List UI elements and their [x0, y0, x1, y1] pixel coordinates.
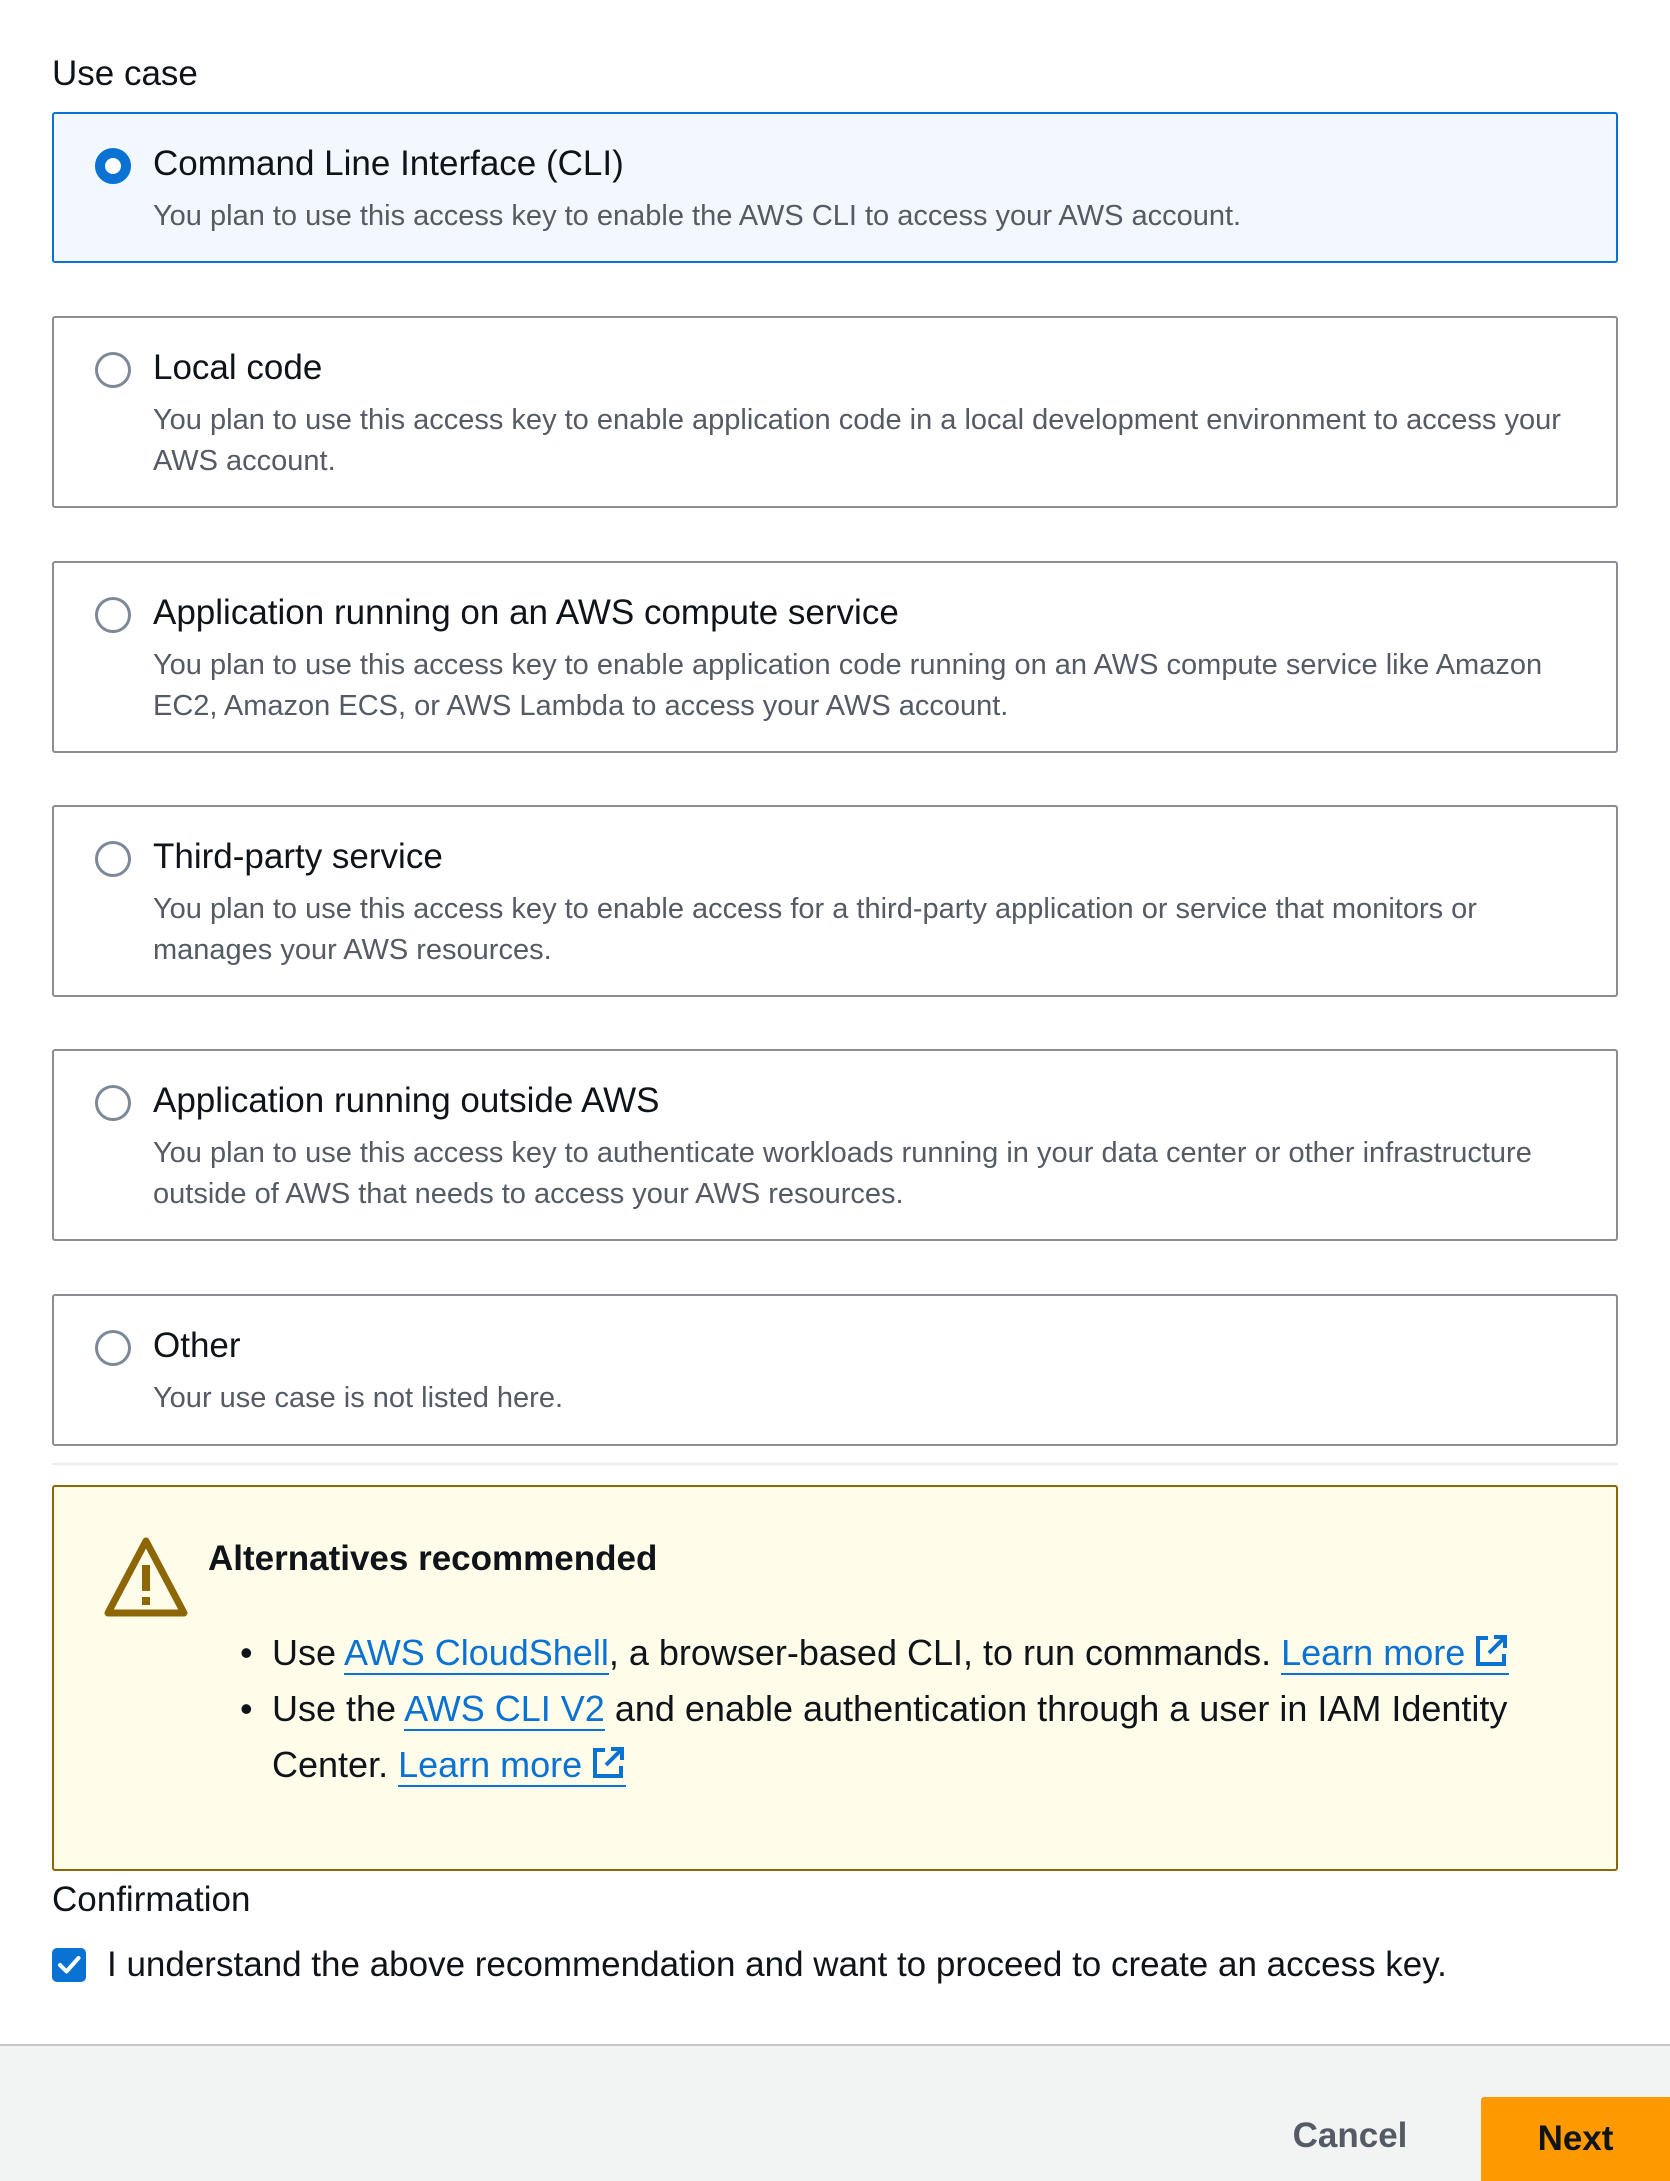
list-item: • Use AWS CloudShell, a browser-based CLI… [240, 1625, 1592, 1681]
aws-cloudshell-link[interactable]: AWS CloudShell [344, 1632, 609, 1675]
confirmation-text[interactable]: I understand the above recommendation an… [107, 1945, 1447, 1985]
external-link-icon [593, 1747, 625, 1778]
option-third-party[interactable]: Third-party service You plan to use this… [52, 805, 1618, 997]
confirmation-label: Confirmation [52, 1880, 251, 1919]
checkmark-icon [58, 1956, 81, 1974]
option-other[interactable]: Other Your use case is not listed here. [52, 1294, 1618, 1446]
option-title: Application running outside AWS [153, 1081, 660, 1120]
alert-title: Alternatives recommended [208, 1539, 658, 1578]
cancel-button[interactable]: Cancel [1270, 2094, 1430, 2178]
option-description: Your use case is not listed here. [153, 1382, 564, 1414]
option-description: You plan to use this access key to enabl… [153, 649, 1543, 722]
bullet: • [240, 1632, 253, 1673]
radio-button[interactable] [95, 841, 131, 877]
alert-list: • Use AWS CloudShell, a browser-based CLI… [240, 1625, 1592, 1793]
radio-button[interactable] [95, 1330, 131, 1366]
option-description: You plan to use this access key to enabl… [153, 893, 1477, 966]
option-title: Third-party service [153, 837, 443, 876]
learn-more-label: Learn more [398, 1744, 583, 1785]
warning-icon [104, 1537, 188, 1617]
option-title: Local code [153, 348, 323, 387]
item-text: , a browser-based CLI, to run commands. [608, 1632, 1282, 1673]
radio-button[interactable] [95, 1085, 131, 1121]
radio-button-selected[interactable] [95, 148, 131, 184]
radio-button[interactable] [95, 597, 131, 633]
learn-more-link[interactable]: Learn more [1281, 1632, 1510, 1675]
option-description: You plan to use this access key to enabl… [153, 200, 1242, 232]
learn-more-label: Learn more [1281, 1632, 1466, 1673]
item-text: Use [272, 1632, 345, 1673]
aws-cli-v2-link[interactable]: AWS CLI V2 [404, 1688, 605, 1731]
option-cli[interactable]: Command Line Interface (CLI) You plan to… [52, 112, 1618, 263]
radio-button[interactable] [95, 352, 131, 388]
confirmation-checkbox[interactable] [52, 1948, 86, 1982]
use-case-label: Use case [52, 54, 198, 93]
external-link-icon [1476, 1635, 1508, 1666]
option-outside-aws[interactable]: Application running outside AWS You plan… [52, 1049, 1618, 1241]
learn-more-link[interactable]: Learn more [398, 1744, 627, 1787]
option-aws-compute[interactable]: Application running on an AWS compute se… [52, 561, 1618, 753]
use-case-panel: Use case Command Line Interface (CLI) Yo… [0, 0, 1670, 2046]
option-description: You plan to use this access key to enabl… [153, 404, 1561, 477]
item-text: Use the [272, 1688, 405, 1729]
alternatives-alert: Alternatives recommended • Use AWS CloudS… [52, 1485, 1618, 1871]
list-item: • Use the AWS CLI V2 and enable authentic… [240, 1681, 1592, 1793]
option-description: You plan to use this access key to authe… [153, 1137, 1532, 1210]
bullet: • [240, 1688, 253, 1729]
divider [52, 1463, 1618, 1465]
next-button[interactable]: Next [1481, 2097, 1670, 2181]
option-title: Command Line Interface (CLI) [153, 144, 624, 183]
option-local-code[interactable]: Local code You plan to use this access k… [52, 316, 1618, 508]
option-title: Other [153, 1326, 241, 1365]
option-title: Application running on an AWS compute se… [153, 593, 899, 632]
